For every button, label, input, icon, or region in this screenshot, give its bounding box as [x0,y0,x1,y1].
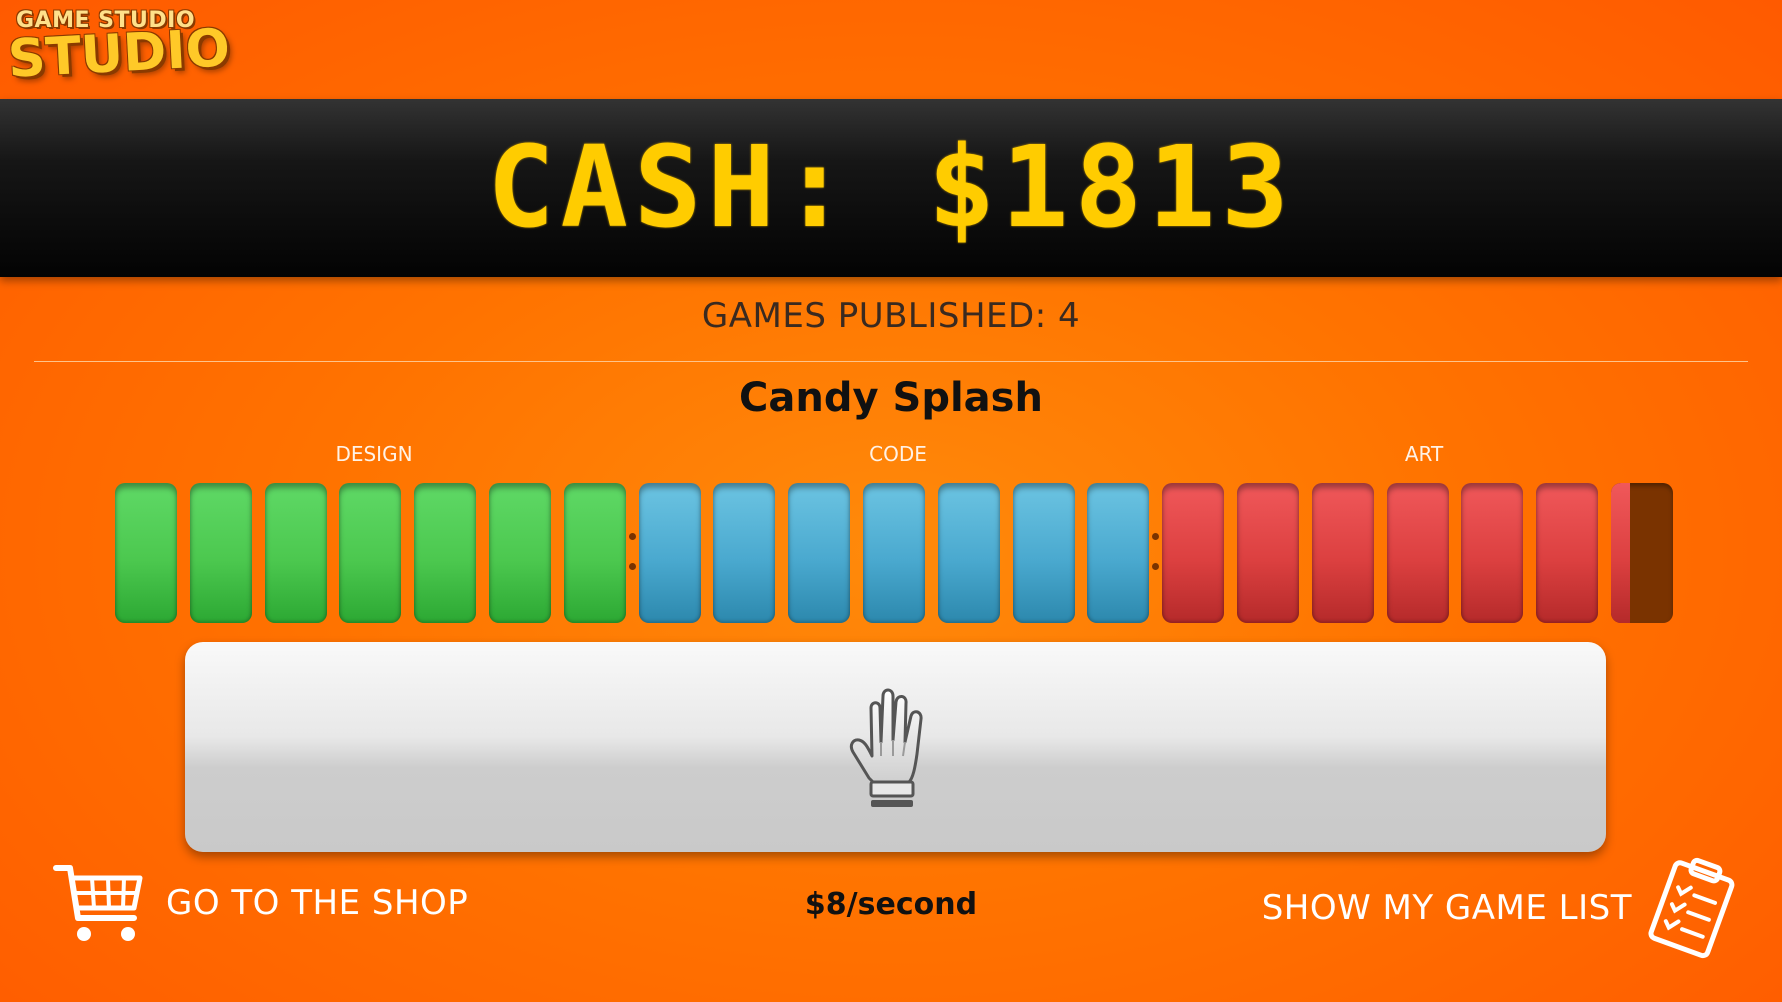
progress-segment-complete [563,483,626,623]
progress-segment-complete [1087,483,1150,623]
progress-segment-complete [1461,483,1524,623]
games-published-count: GAMES PUBLISHED: 4 [701,296,1081,336]
section-separator-dot [1152,563,1160,570]
section-separator-dot [1152,533,1160,540]
section-label-code: CODE [869,442,927,466]
section-separator-dot [628,563,636,570]
hand-icon [849,688,923,807]
cash-banner: CASH: $1813 [0,99,1782,277]
progress-segment-complete [788,483,851,623]
progress-segment-complete [1162,483,1225,623]
show-game-list-label: SHOW MY GAME LIST [1261,888,1632,928]
progress-segment-complete [638,483,701,623]
progress-segment-complete [713,483,776,623]
progress-segment-complete [863,483,925,623]
show-game-list-button[interactable]: SHOW MY GAME LIST [1262,856,1740,960]
progress-segment-complete [1386,483,1449,623]
section-label-design: DESIGN [335,442,413,466]
progress-segment-complete [339,483,402,623]
progress-segment-complete [1012,483,1075,623]
section-label-art: ART [1404,442,1444,466]
progress-segment-complete [1237,483,1299,623]
cash-display: CASH: $1813 [487,123,1295,253]
current-game-title: Candy Splash [739,375,1043,421]
progress-segment-complete [189,483,252,623]
progress-segment-partial [1611,483,1673,623]
progress-segment-complete [489,483,551,623]
game-logo: GAME STUDIO STUDIO [7,8,232,90]
progress-segment-complete [1536,483,1599,623]
progress-segment-complete [937,483,1000,623]
section-separator-dot [628,533,636,540]
progress-segment-complete [115,483,177,623]
progress-segment-complete [414,483,477,623]
logo-large-text: STUDIO [6,18,232,90]
progress-segment-complete [1311,483,1374,623]
development-progress-bar [115,483,1675,623]
progress-segment-complete [264,483,327,623]
divider [34,361,1748,362]
clipboard-checklist-icon [1648,857,1735,959]
progress-segment-fill [1611,483,1630,623]
work-button[interactable] [185,642,1606,852]
